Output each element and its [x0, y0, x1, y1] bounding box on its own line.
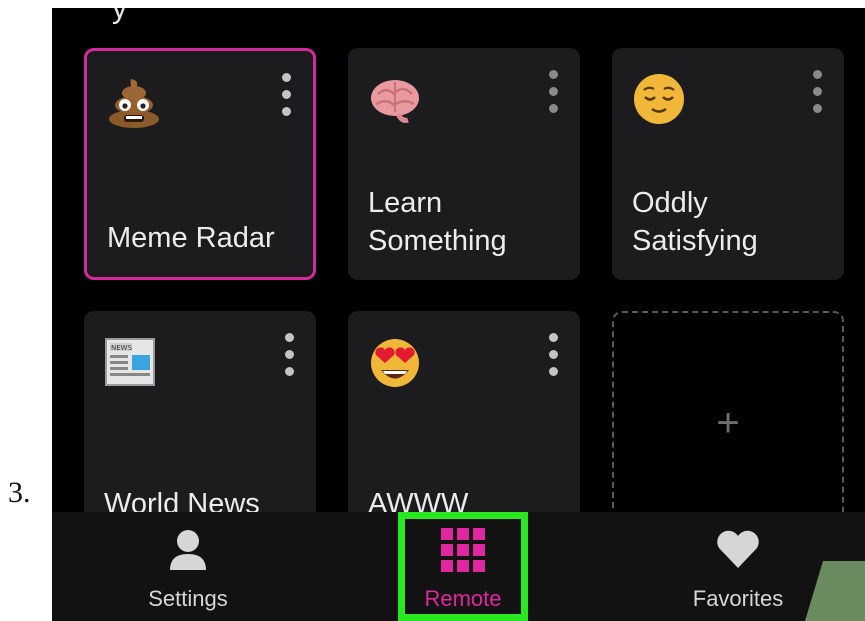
channel-card-world-news[interactable]: NEWS World News: [84, 311, 316, 543]
channel-card-oddly-satisfying[interactable]: Oddly Satisfying: [612, 48, 844, 280]
card-menu-icon[interactable]: [548, 333, 558, 379]
relieved-face-emoji-icon: [634, 74, 684, 124]
brain-emoji-icon: [371, 80, 419, 123]
bottom-tab-bar: Settings Remote Favorites: [52, 512, 865, 621]
channel-card-learn-something[interactable]: Learn Something: [348, 48, 580, 280]
step-number: 3.: [8, 476, 31, 509]
tab-settings-label: Settings: [148, 586, 228, 611]
section-header-partial: y: [112, 8, 127, 25]
person-icon: [170, 530, 206, 570]
app-screen: y Meme Radar Learn Something Oddly Satis…: [52, 8, 865, 621]
tab-favorites-label: Favorites: [692, 586, 784, 611]
svg-text:NEWS: NEWS: [111, 344, 133, 352]
remote-tab-highlight: [398, 512, 528, 621]
card-menu-icon[interactable]: [284, 333, 294, 379]
newspaper-emoji-icon: NEWS: [105, 338, 155, 386]
card-label: Oddly Satisfying: [632, 187, 758, 257]
channel-card-meme-radar[interactable]: Meme Radar: [84, 48, 316, 280]
card-menu-icon[interactable]: [812, 70, 822, 116]
plus-icon: +: [716, 401, 740, 445]
heart-icon: [717, 530, 759, 568]
channel-card-awww[interactable]: AWWW: [348, 311, 580, 543]
card-menu-icon[interactable]: [281, 73, 291, 119]
card-menu-icon[interactable]: [548, 70, 558, 116]
tab-favorites[interactable]: Favorites: [658, 512, 818, 621]
add-channel-card[interactable]: +: [612, 311, 844, 543]
heart-eyes-emoji-icon: [371, 339, 419, 387]
poop-emoji-icon: [109, 79, 159, 128]
card-label: Learn Something: [368, 187, 507, 257]
card-label: Meme Radar: [107, 222, 275, 254]
tab-settings[interactable]: Settings: [108, 512, 268, 621]
